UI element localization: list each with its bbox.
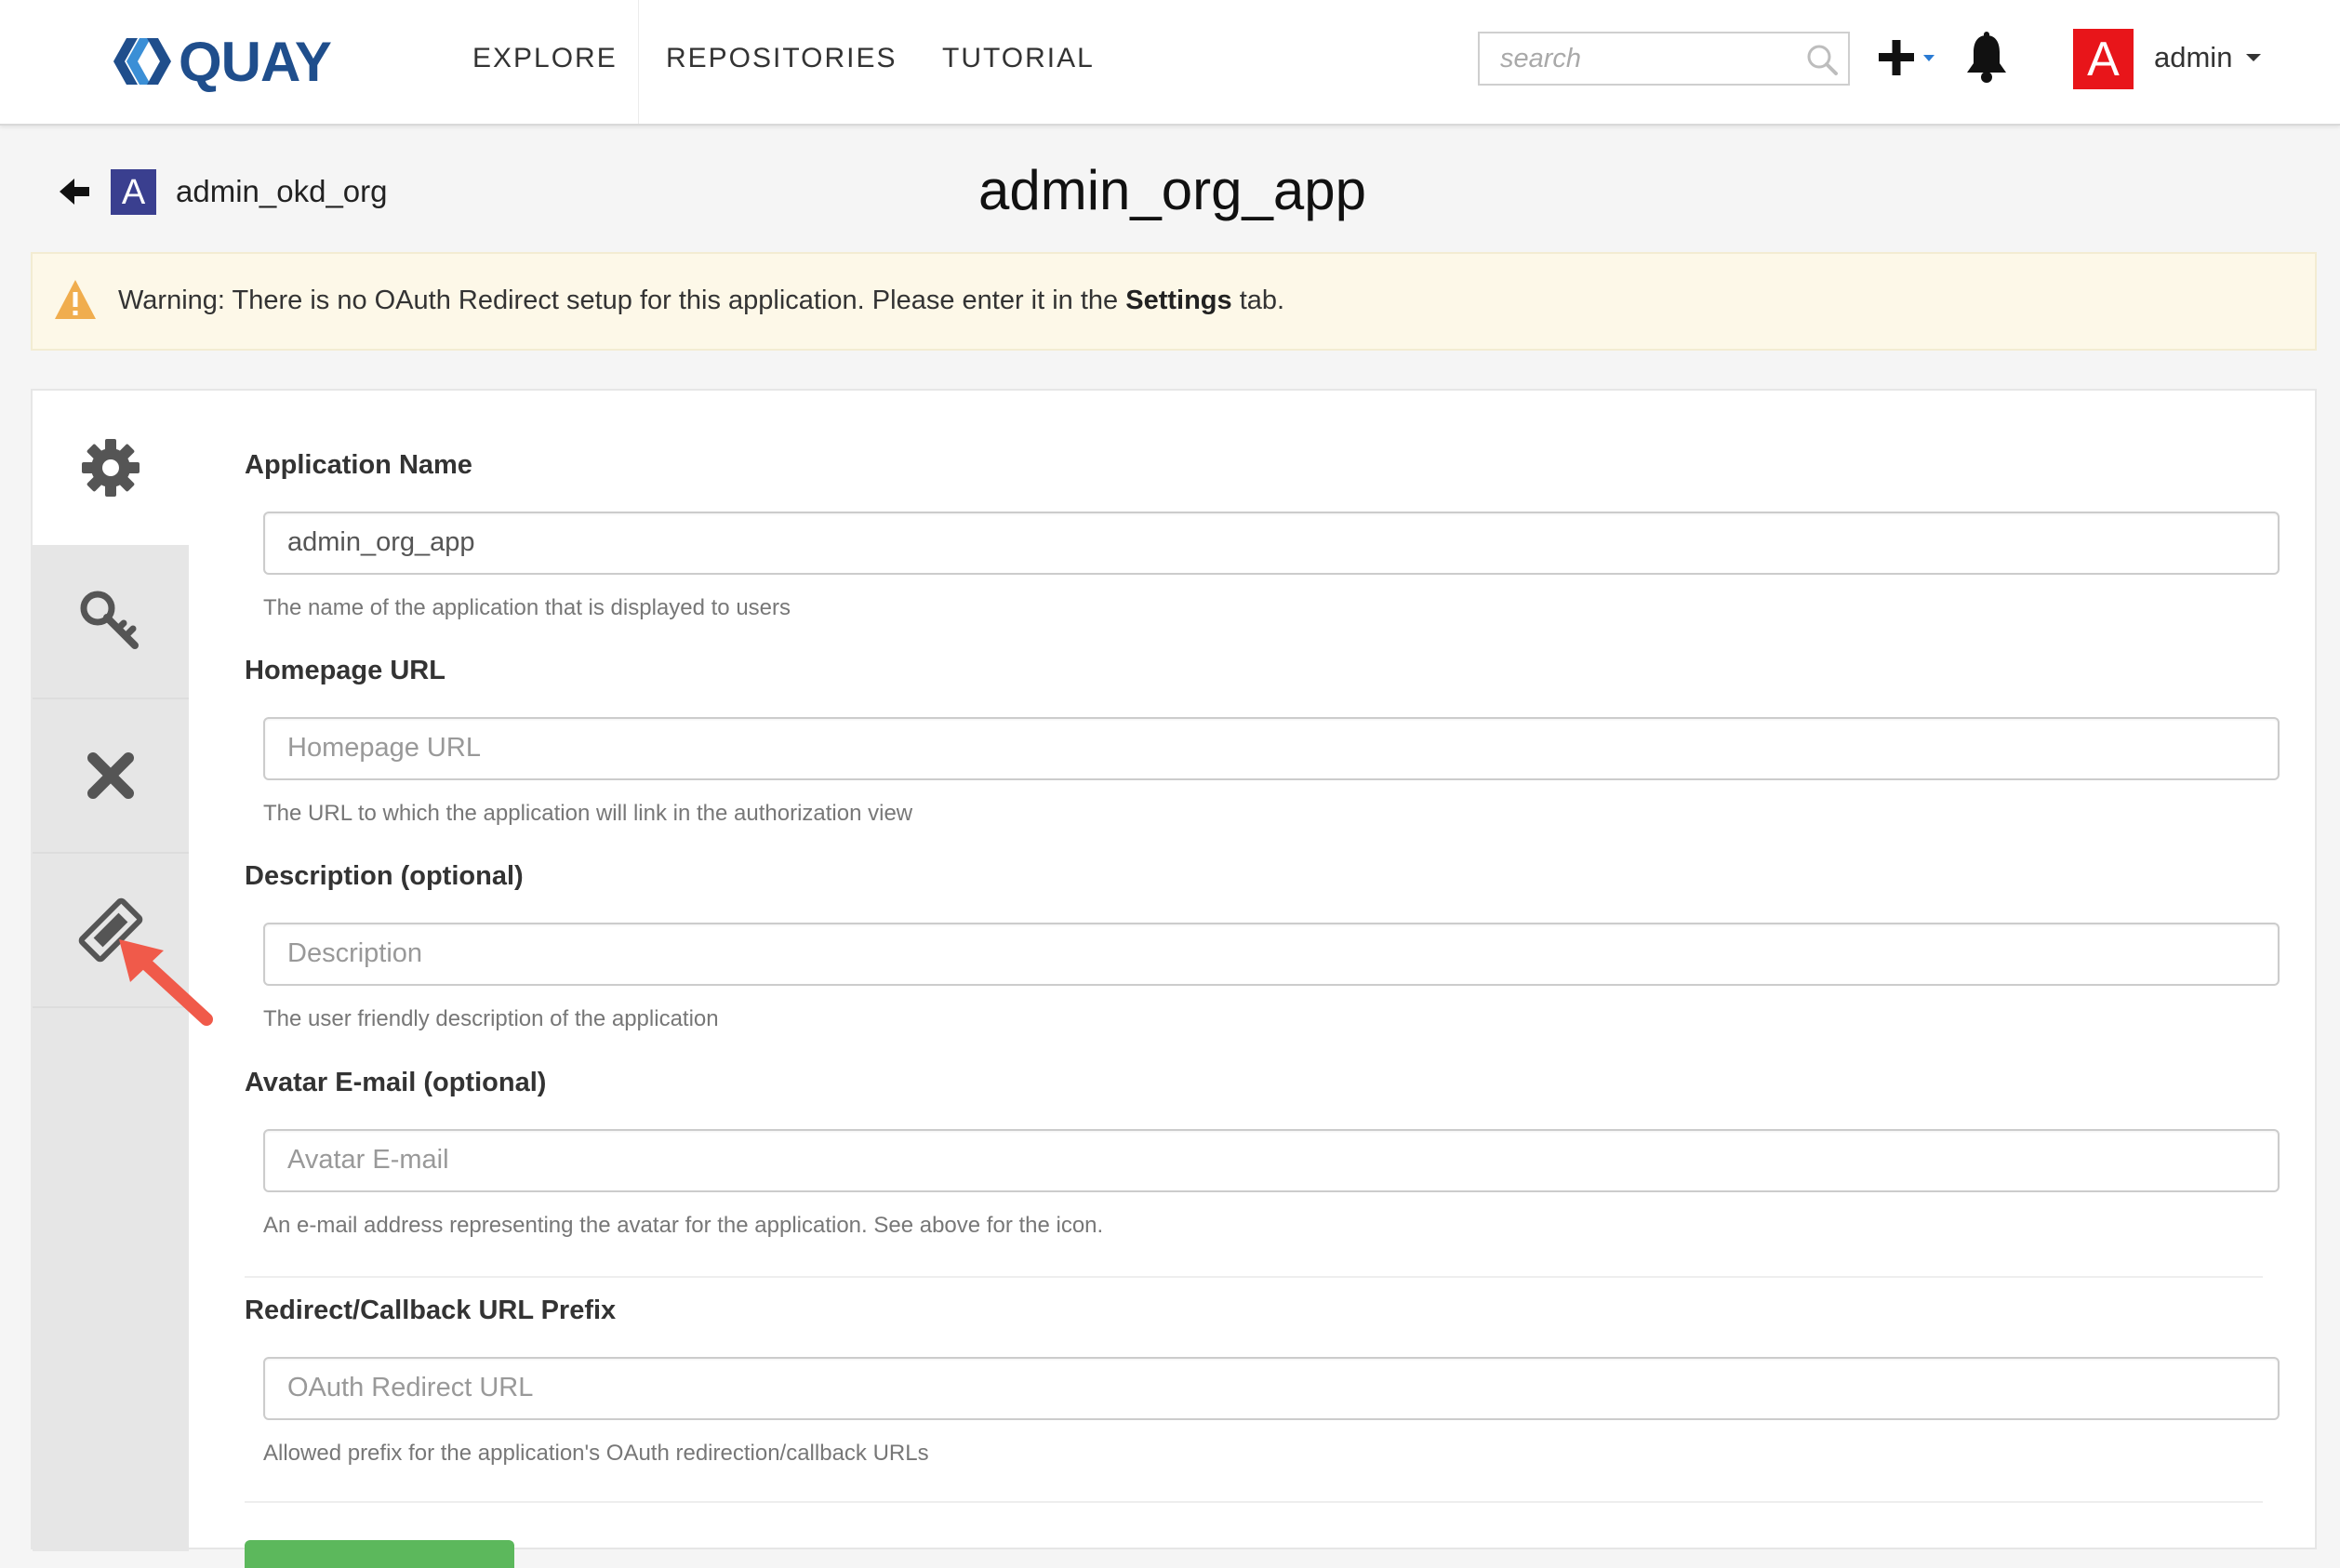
redirect-url-label: Redirect/Callback URL Prefix [245, 1296, 617, 1325]
nav-divider [638, 0, 639, 124]
avatar-email-help: An e-mail address representing the avata… [263, 1213, 1104, 1238]
application-panel: Application Name The name of the applica… [31, 389, 2317, 1568]
app-name-input[interactable] [265, 513, 2240, 571]
app-name-label: Application Name [245, 450, 472, 480]
homepage-url-label: Homepage URL [245, 656, 445, 685]
tab-settings[interactable] [33, 391, 189, 545]
section-divider [245, 1276, 2263, 1278]
org-link[interactable]: admin_okd_org [176, 174, 388, 209]
search-icon[interactable] [1805, 43, 1839, 76]
top-navbar: QUAY EXPLORE REPOSITORIES TUTORIAL A adm… [0, 0, 2340, 126]
homepage-url-help: The URL to which the application will li… [263, 801, 913, 826]
avatar-email-field [263, 1129, 2280, 1192]
tab-oauth-information[interactable] [33, 545, 189, 699]
description-field [263, 923, 2280, 986]
section-divider [245, 1501, 2263, 1503]
app-name-field [263, 512, 2280, 575]
notification-bell-icon[interactable] [1962, 32, 2011, 84]
update-application-button[interactable] [245, 1540, 514, 1568]
avatar-email-input[interactable] [265, 1131, 2240, 1189]
redirect-url-input[interactable] [265, 1359, 2240, 1416]
homepage-url-input[interactable] [265, 719, 2240, 777]
warning-settings-bold: Settings [1125, 286, 1232, 315]
user-avatar[interactable]: A [2073, 29, 2134, 89]
times-icon [87, 752, 134, 799]
chevron-down-icon[interactable] [2246, 54, 2261, 61]
create-new-button[interactable] [1877, 35, 1942, 82]
search-input[interactable] [1480, 33, 1798, 84]
description-label: Description (optional) [245, 861, 524, 891]
gear-icon [82, 439, 140, 497]
brand-name: QUAY [179, 30, 332, 93]
annotation-arrow-icon [119, 939, 213, 1026]
app-name-help: The name of the application that is disp… [263, 595, 791, 620]
org-avatar: A [111, 169, 156, 215]
description-help: The user friendly description of the app… [263, 1006, 719, 1031]
homepage-url-field [263, 717, 2280, 780]
avatar-email-label: Avatar E-mail (optional) [245, 1068, 547, 1097]
warning-icon [55, 280, 96, 319]
user-menu[interactable]: admin [2154, 41, 2232, 74]
nav-explore[interactable]: EXPLORE [472, 43, 618, 74]
page-title: admin_org_app [978, 159, 1366, 221]
key-icon [80, 591, 139, 649]
warning-text: Warning: There is no OAuth Redirect setu… [118, 286, 1284, 316]
nav-repositories[interactable]: REPOSITORIES [666, 43, 897, 74]
redirect-url-help: Allowed prefix for the application's OAu… [263, 1441, 929, 1466]
quay-logo-icon [113, 38, 171, 85]
oauth-warning-banner: Warning: There is no OAuth Redirect setu… [31, 252, 2317, 351]
back-arrow-icon[interactable] [58, 175, 91, 208]
description-input[interactable] [265, 924, 2240, 982]
quay-logo[interactable]: QUAY [113, 26, 332, 97]
search-box [1478, 32, 1850, 86]
warning-suffix: tab. [1231, 286, 1285, 315]
warning-prefix: Warning: There is no OAuth Redirect setu… [118, 286, 1126, 315]
tab-delete-application[interactable] [33, 699, 189, 854]
redirect-url-field [263, 1357, 2280, 1420]
nav-tutorial[interactable]: TUTORIAL [942, 43, 1095, 74]
